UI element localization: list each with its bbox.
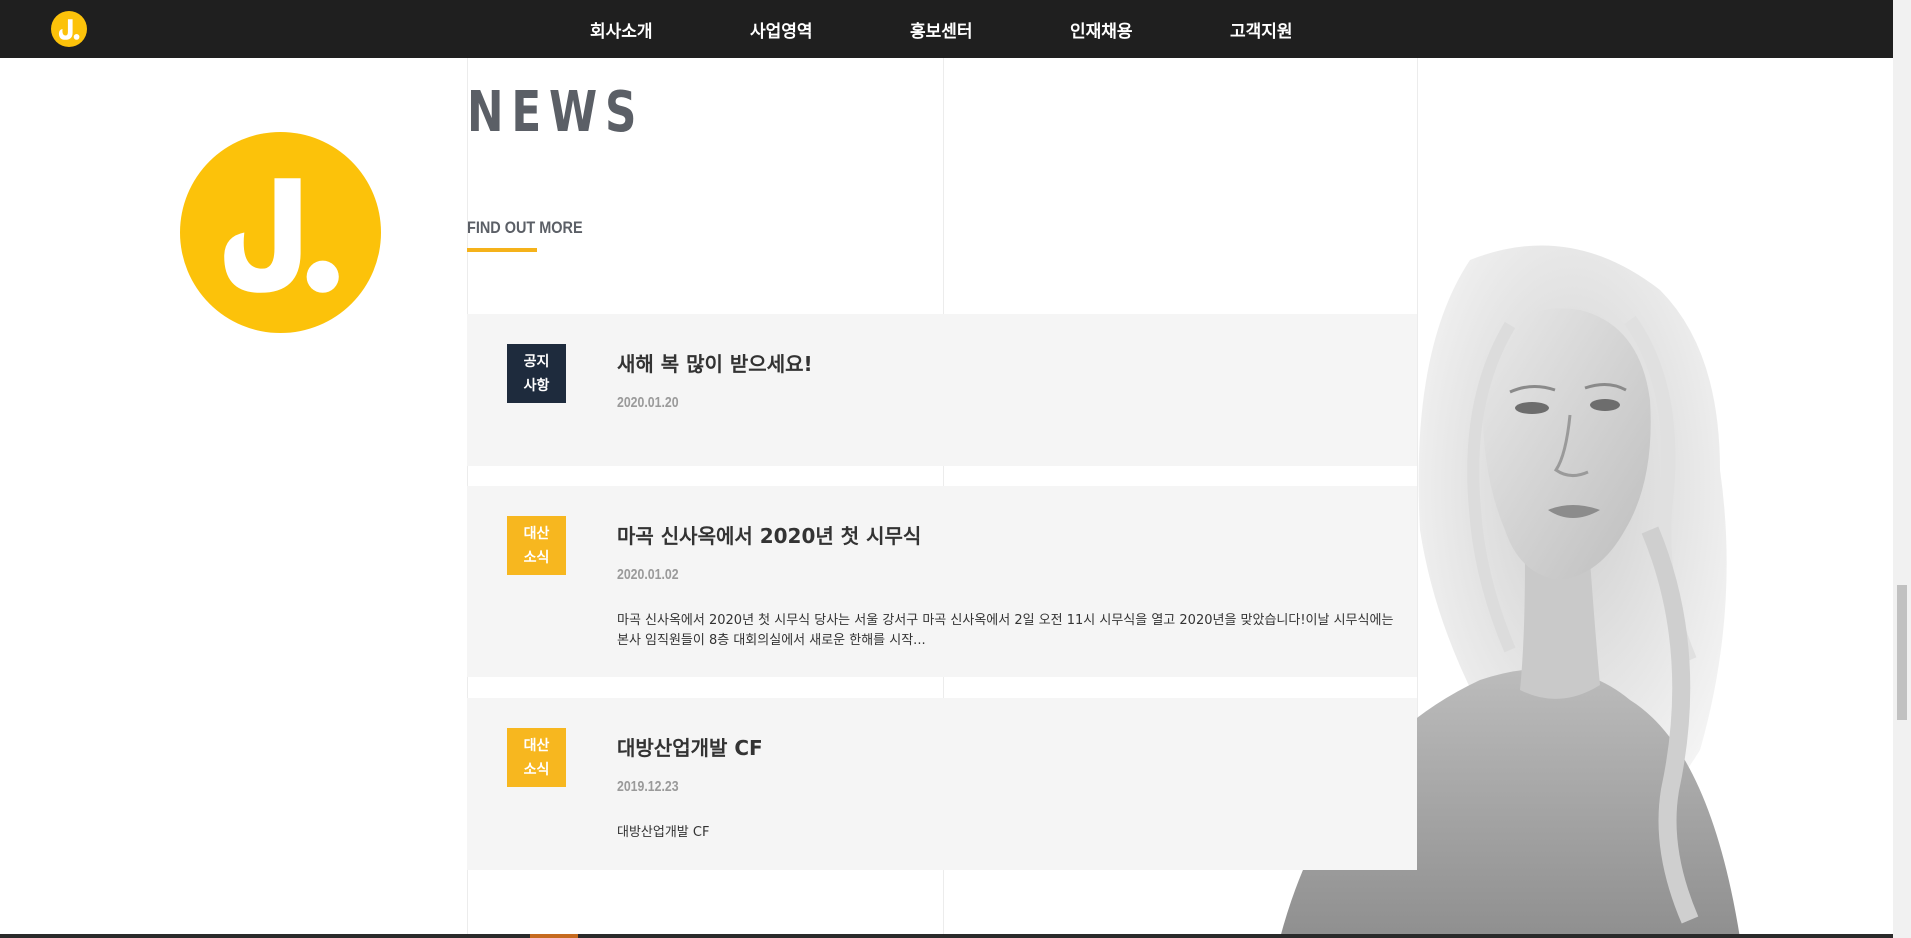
top-navigation-bar: 회사소개 사업영역 홍보센터 인재채용 고객지원	[0, 0, 1893, 58]
news-excerpt: 마곡 신사옥에서 2020년 첫 시무식 당사는 서울 강서구 마곡 신사옥에서…	[617, 613, 1394, 648]
category-badge-line: 소식	[523, 549, 550, 566]
news-list-item[interactable]: 대산 소식 대방산업개발 CF 2019.12.23 대방산업개발 CF	[467, 698, 1417, 870]
news-list-item[interactable]: 공지 사항 새해 복 많이 받으세요! 2020.01.20	[467, 314, 1417, 466]
section-title: NEWS	[467, 80, 645, 145]
nav-item-support[interactable]: 고객지원	[1230, 17, 1390, 42]
nav-item-careers[interactable]: 인재채용	[1070, 17, 1230, 42]
news-title[interactable]: 새해 복 많이 받으세요!	[617, 348, 813, 377]
bottom-accent	[530, 934, 578, 938]
category-badge: 대산 소식	[507, 728, 566, 787]
brand-logo-icon[interactable]	[51, 11, 87, 47]
category-badge: 공지 사항	[507, 344, 566, 403]
find-out-more-underline	[467, 248, 537, 252]
scrollbar-thumb[interactable]	[1897, 585, 1907, 720]
news-excerpt: 대방산업개발 CF	[617, 825, 710, 840]
bottom-divider	[0, 934, 1893, 938]
category-badge-line: 대산	[523, 525, 550, 542]
find-out-more-link[interactable]: FIND OUT MORE	[467, 218, 583, 238]
news-title[interactable]: 대방산업개발 CF	[617, 732, 763, 761]
category-badge-line: 공지	[523, 353, 550, 370]
main-nav: 회사소개 사업영역 홍보센터 인재채용 고객지원	[590, 0, 1390, 58]
nav-item-pr-center[interactable]: 홍보센터	[910, 17, 1070, 42]
news-date: 2020.01.20	[617, 394, 679, 411]
news-list-item[interactable]: 대산 소식 마곡 신사옥에서 2020년 첫 시무식 2020.01.02 마곡…	[467, 486, 1417, 677]
news-title[interactable]: 마곡 신사옥에서 2020년 첫 시무식	[617, 520, 921, 549]
news-date: 2020.01.02	[617, 566, 679, 583]
category-badge-line: 대산	[523, 737, 550, 754]
category-badge: 대산 소식	[507, 516, 566, 575]
category-badge-line: 사항	[523, 377, 550, 394]
news-date: 2019.12.23	[617, 778, 679, 795]
page-scrollbar[interactable]	[1893, 0, 1911, 938]
sidebar-brand-logo-icon	[180, 132, 381, 333]
nav-item-company[interactable]: 회사소개	[590, 17, 750, 42]
category-badge-line: 소식	[523, 761, 550, 778]
nav-item-business[interactable]: 사업영역	[750, 17, 910, 42]
